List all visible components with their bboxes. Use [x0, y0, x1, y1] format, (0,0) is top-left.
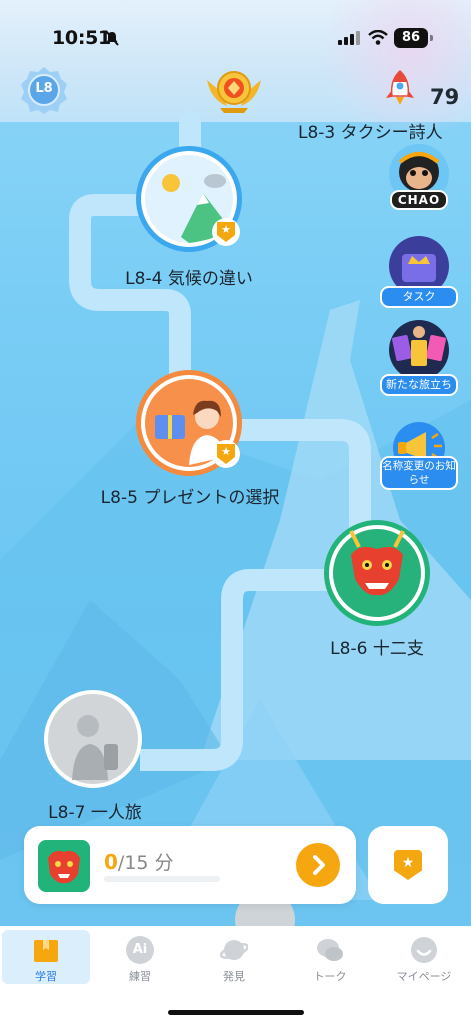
study-icon: [34, 940, 58, 962]
lesson-label-l8-3[interactable]: L8-3 タクシー詩人: [298, 118, 443, 143]
current-lesson-thumbnail: [38, 840, 90, 892]
dragon-thumb-icon: [48, 850, 80, 884]
tab-practice-label: 練習: [129, 970, 151, 983]
tab-practice[interactable]: Ai 練習: [96, 930, 184, 984]
tab-study[interactable]: 学習: [2, 930, 90, 984]
tab-study-label: 学習: [35, 970, 57, 983]
chao-label: CHAO: [390, 190, 448, 210]
current-lesson-card[interactable]: 0/15 分: [24, 826, 356, 904]
rename-notice-label: 名称変更のお知らせ: [380, 456, 458, 490]
start-lesson-button[interactable]: [296, 843, 340, 887]
achievement-button[interactable]: [368, 826, 448, 904]
lesson-node-l8-7[interactable]: [44, 690, 142, 788]
chat-icon: [317, 939, 343, 961]
planet-icon: [220, 940, 248, 960]
battery-cap: [430, 35, 433, 41]
lesson-node-l8-6[interactable]: [324, 520, 430, 626]
home-indicator: [168, 1010, 304, 1015]
lesson-label-l8-5[interactable]: L8-5 プレゼントの選択: [100, 486, 280, 510]
chevron-right-icon: [313, 855, 325, 875]
tab-talk-label: トーク: [313, 970, 347, 983]
wifi-icon: [368, 30, 388, 45]
profile-icon: [411, 937, 437, 963]
clock: 10:51: [52, 27, 111, 49]
battery-indicator: 86: [394, 28, 428, 48]
cellular-signal-icon: [338, 31, 360, 45]
ai-icon: Ai: [126, 936, 154, 964]
lesson-label-l8-6[interactable]: L8-6 十二支: [312, 634, 442, 659]
dragon-icon: [333, 529, 421, 617]
study-minutes-done: 0: [104, 850, 118, 874]
cards-icon: [389, 320, 449, 380]
level-badge-text: L8: [35, 81, 53, 96]
task-button[interactable]: タスク: [380, 236, 458, 308]
points-count: 79: [430, 85, 460, 109]
status-bar: 10:51 86: [0, 22, 471, 54]
tab-discover-label: 発見: [223, 970, 245, 983]
tab-talk[interactable]: トーク: [286, 930, 374, 984]
tab-mypage[interactable]: マイページ: [380, 930, 468, 984]
travel-icon: [48, 694, 138, 784]
league-trophy[interactable]: [203, 66, 265, 114]
lesson-label-l8-4[interactable]: L8-4 気候の違い: [104, 264, 274, 289]
study-progress-bar: [104, 876, 220, 882]
level-badge[interactable]: L8: [20, 66, 68, 114]
task-label: タスク: [380, 286, 458, 308]
lesson-star-badge: [212, 440, 240, 468]
trophy-icon: [207, 71, 261, 113]
chao-button[interactable]: CHAO: [386, 142, 452, 214]
learning-map: 10:51 86 L8 79 L8-3 タクシー詩人 ★ L8-4 気候の違い …: [0, 0, 471, 1024]
lesson-star-badge: [212, 218, 240, 246]
new-journey-label: 新たな旅立ち: [380, 374, 458, 396]
tab-mypage-label: マイページ: [396, 970, 452, 983]
rocket-icon[interactable]: [384, 70, 416, 106]
tab-discover[interactable]: 発見: [190, 930, 278, 984]
rename-notice-button[interactable]: 名称変更のお知らせ: [380, 420, 458, 490]
new-journey-button[interactable]: 新たな旅立ち: [380, 318, 458, 396]
mute-bell-icon: [105, 30, 119, 46]
study-time-progress: 0/15 分: [104, 848, 174, 875]
star-shield-icon: [394, 850, 422, 880]
lesson-label-l8-7[interactable]: L8-7 一人旅: [30, 798, 160, 823]
study-minutes-total: /15 分: [117, 852, 174, 874]
